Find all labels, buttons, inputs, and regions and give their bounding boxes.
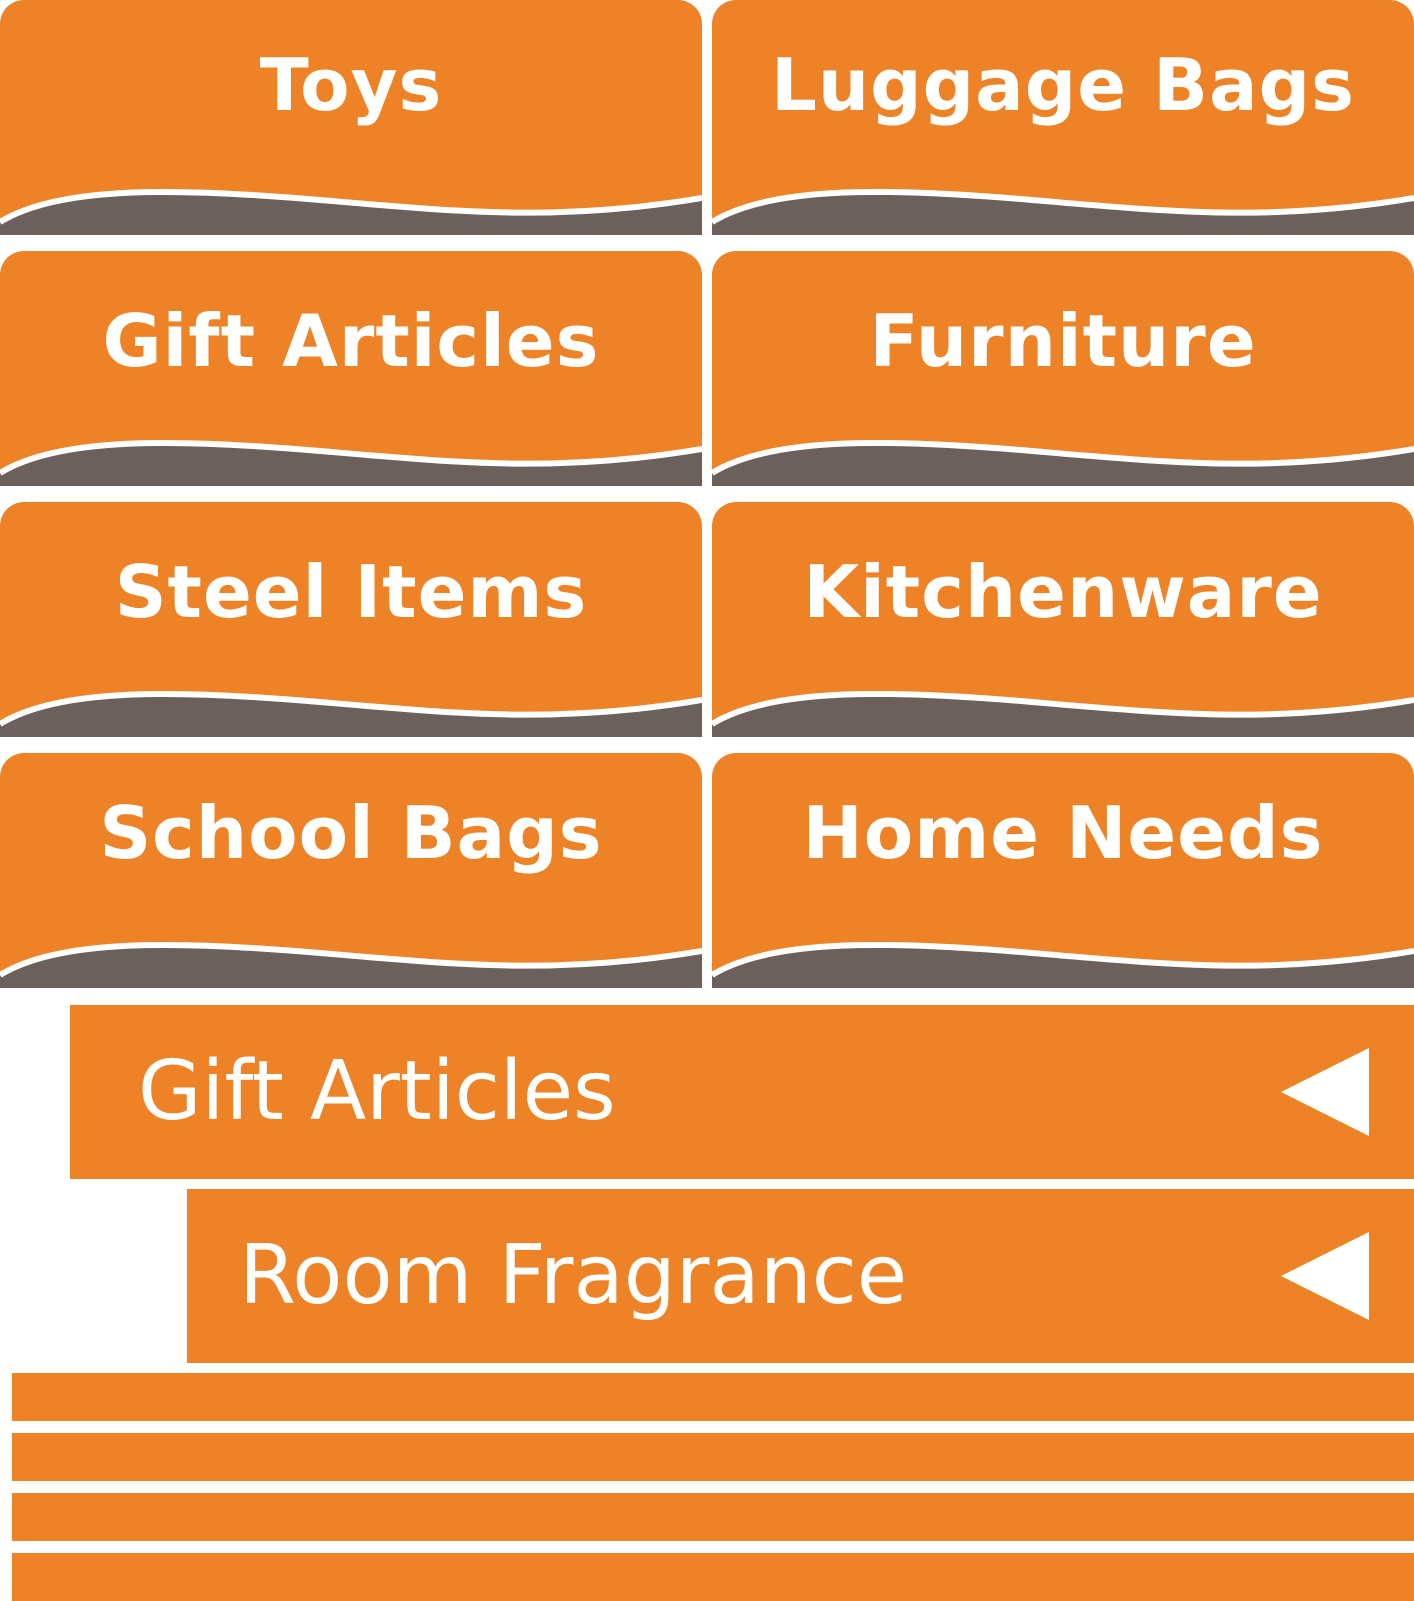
category-tile-luggage-bags[interactable]: Luggage Bags [712,0,1414,235]
category-label: Luggage Bags [770,43,1356,127]
menu-bar-empty[interactable] [12,1373,1414,1421]
category-tile-kitchenware[interactable]: Kitchenware [712,502,1414,737]
category-label: Gift Articles [102,299,600,383]
category-label: Toys [259,43,443,127]
category-tile-steel-items[interactable]: Steel Items [0,502,702,737]
submenu-label: Room Fragrance [239,1228,908,1323]
category-tile-furniture[interactable]: Furniture [712,251,1414,486]
category-label: Kitchenware [803,550,1323,634]
category-tile-gift-articles[interactable]: Gift Articles [0,251,702,486]
category-label: Home Needs [802,791,1324,875]
submenu-label: Gift Articles [138,1044,616,1139]
category-tile-toys[interactable]: Toys [0,0,702,235]
triangle-left-icon [1281,1048,1369,1136]
submenu-item-gift-articles[interactable]: Gift Articles [70,1005,1414,1179]
category-label: Furniture [869,299,1257,383]
category-label: Steel Items [114,550,588,634]
menu-bar-empty[interactable] [12,1553,1414,1601]
triangle-left-icon [1281,1232,1369,1320]
category-label: School Bags [99,791,603,875]
category-tile-home-needs[interactable]: Home Needs [712,753,1414,988]
menu-bar-empty[interactable] [12,1493,1414,1541]
category-tile-school-bags[interactable]: School Bags [0,753,702,988]
menu-bar-empty[interactable] [12,1433,1414,1481]
submenu-item-room-fragrance[interactable]: Room Fragrance [187,1189,1414,1363]
